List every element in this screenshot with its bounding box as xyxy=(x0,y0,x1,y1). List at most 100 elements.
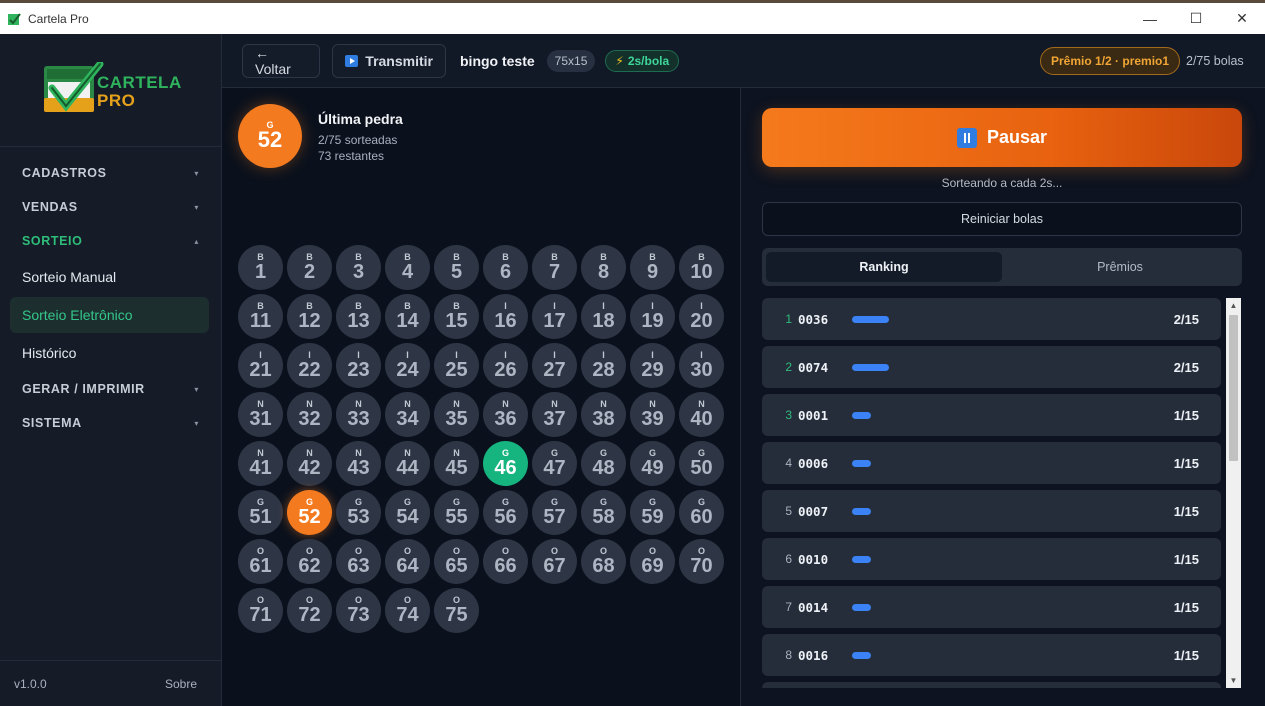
ranking-score: 1/15 xyxy=(1173,407,1199,423)
ball-37: N 37 xyxy=(532,392,577,437)
maximize-button[interactable]: ☐ xyxy=(1173,3,1219,34)
ball-number: 30 xyxy=(690,359,713,381)
ball-number: 37 xyxy=(543,408,566,430)
ball-26: I 26 xyxy=(483,343,528,388)
ball-number: 29 xyxy=(641,359,664,381)
ball-number: 15 xyxy=(445,310,468,332)
ranking-row[interactable]: 5 0007 1/15 xyxy=(762,490,1221,532)
ball-40: N 40 xyxy=(679,392,724,437)
ranking-row[interactable]: 4 0006 1/15 xyxy=(762,442,1221,484)
ball-number: 25 xyxy=(445,359,468,381)
ranking-score: 1/15 xyxy=(1173,455,1199,471)
ball-4: B4 xyxy=(385,245,430,290)
ball-51: G 51 xyxy=(238,490,283,535)
ball-66: O 66 xyxy=(483,539,528,584)
ball-number: 22 xyxy=(298,359,321,381)
ball-number: 75 xyxy=(445,604,468,626)
ball-number: 4 xyxy=(401,261,414,283)
ball-number: 10 xyxy=(690,261,713,283)
ranking-position: 6 xyxy=(785,552,792,566)
ball-number: 41 xyxy=(249,457,272,479)
sidebar-item-sorteio-manual[interactable]: Sorteio Manual xyxy=(0,258,221,296)
logo-wordmark: CARTELA PRO xyxy=(97,74,182,110)
ranking-row[interactable]: 8 0016 1/15 xyxy=(762,634,1221,676)
scroll-up-arrow-icon[interactable]: ▲ xyxy=(1226,298,1241,313)
ball-3: B3 xyxy=(336,245,381,290)
ball-62: O 62 xyxy=(287,539,332,584)
ball-21: I 21 xyxy=(238,343,283,388)
ball-number: 71 xyxy=(249,604,272,626)
ball-number: 53 xyxy=(347,506,370,528)
ranking-row[interactable]: 7 0014 1/15 xyxy=(762,586,1221,628)
ball-number: 47 xyxy=(543,457,566,479)
ball-16: I 16 xyxy=(483,294,528,339)
ball-number: 33 xyxy=(347,408,370,430)
ball-number: 36 xyxy=(494,408,517,430)
nav-section-vendas[interactable]: VENDAS ▾ xyxy=(0,190,221,224)
nav-section-label: VENDAS xyxy=(22,200,78,214)
nav-section-sorteio[interactable]: SORTEIO ▴ xyxy=(0,224,221,258)
draw-toolbar: ← Voltar Transmitir bingo teste 75x15 ⚡ … xyxy=(222,34,1265,88)
ranking-row[interactable]: 6 0010 1/15 xyxy=(762,538,1221,580)
pause-icon xyxy=(956,127,977,148)
ball-25: I 25 xyxy=(434,343,479,388)
ball-64: O 64 xyxy=(385,539,430,584)
nav-section-sistema[interactable]: SISTEMA ▾ xyxy=(0,406,221,440)
ball-58: G 58 xyxy=(581,490,626,535)
ball-39: N 39 xyxy=(630,392,675,437)
ball-47: G 47 xyxy=(532,441,577,486)
ball-2: B2 xyxy=(287,245,332,290)
nav-section-label: CADASTROS xyxy=(22,166,107,180)
about-link[interactable]: Sobre xyxy=(165,677,197,691)
ball-number: 57 xyxy=(543,506,566,528)
speed-badge: ⚡ 2s/bola xyxy=(605,49,680,72)
ball-number: 62 xyxy=(298,555,321,577)
ball-number: 23 xyxy=(347,359,370,381)
ranking-row[interactable] xyxy=(762,682,1221,688)
ball-number: 32 xyxy=(298,408,321,430)
ball-24: I 24 xyxy=(385,343,430,388)
ball-43: N 43 xyxy=(336,441,381,486)
ball-number: 2 xyxy=(303,261,316,283)
sidebar-footer: v1.0.0 Sobre xyxy=(0,660,221,706)
ball-72: O 72 xyxy=(287,588,332,633)
ball-23: I 23 xyxy=(336,343,381,388)
window-titlebar: Cartela Pro — ☐ ✕ xyxy=(0,0,1265,34)
ball-29: I 29 xyxy=(630,343,675,388)
close-button[interactable]: ✕ xyxy=(1219,3,1265,34)
transmit-button[interactable]: Transmitir xyxy=(332,43,446,78)
ball-48: G 48 xyxy=(581,441,626,486)
minimize-button[interactable]: — xyxy=(1127,3,1173,34)
ball-18: I 18 xyxy=(581,294,626,339)
ball-number: 40 xyxy=(690,408,713,430)
reset-balls-button[interactable]: Reiniciar bolas xyxy=(762,202,1242,236)
tab-ranking[interactable]: Ranking xyxy=(766,252,1002,282)
ball-60: G 60 xyxy=(679,490,724,535)
ranking-row[interactable]: 2 0074 2/15 xyxy=(762,346,1221,388)
nav-section-cadastros[interactable]: CADASTROS ▾ xyxy=(0,156,221,190)
ranking-scrollbar[interactable]: ▲ ▼ xyxy=(1226,298,1241,688)
scroll-thumb[interactable] xyxy=(1229,315,1238,461)
tab-premios[interactable]: Prêmios xyxy=(1002,252,1238,282)
ball-7: B7 xyxy=(532,245,577,290)
ball-41: N 41 xyxy=(238,441,283,486)
ranking-position: 3 xyxy=(785,408,792,422)
ranking-row[interactable]: 1 0036 2/15 xyxy=(762,298,1221,340)
ball-number: 46 xyxy=(494,457,517,479)
ranking-row[interactable]: 3 0001 1/15 xyxy=(762,394,1221,436)
nav-section-gerar-imprimir[interactable]: GERAR / IMPRIMIR ▾ xyxy=(0,372,221,406)
transmit-label: Transmitir xyxy=(365,52,433,69)
ranking-progress-bar xyxy=(852,555,871,563)
ranking-card-number: 0001 xyxy=(798,407,829,423)
chevron-down-icon: ▾ xyxy=(194,202,199,212)
scroll-down-arrow-icon[interactable]: ▼ xyxy=(1226,673,1241,688)
back-button[interactable]: ← Voltar xyxy=(242,43,320,78)
pause-button[interactable]: Pausar xyxy=(762,108,1242,167)
sidebar-item-sorteio-eletronico[interactable]: Sorteio Eletrônico xyxy=(10,297,209,333)
last-ball-info: Última pedra 2/75 sorteadas 73 restantes xyxy=(318,111,403,164)
nav-section-label: SISTEMA xyxy=(22,416,82,430)
sidebar-item-historico[interactable]: Histórico xyxy=(0,334,221,372)
ball-19: I 19 xyxy=(630,294,675,339)
ball-30: I 30 xyxy=(679,343,724,388)
ball-70: O 70 xyxy=(679,539,724,584)
